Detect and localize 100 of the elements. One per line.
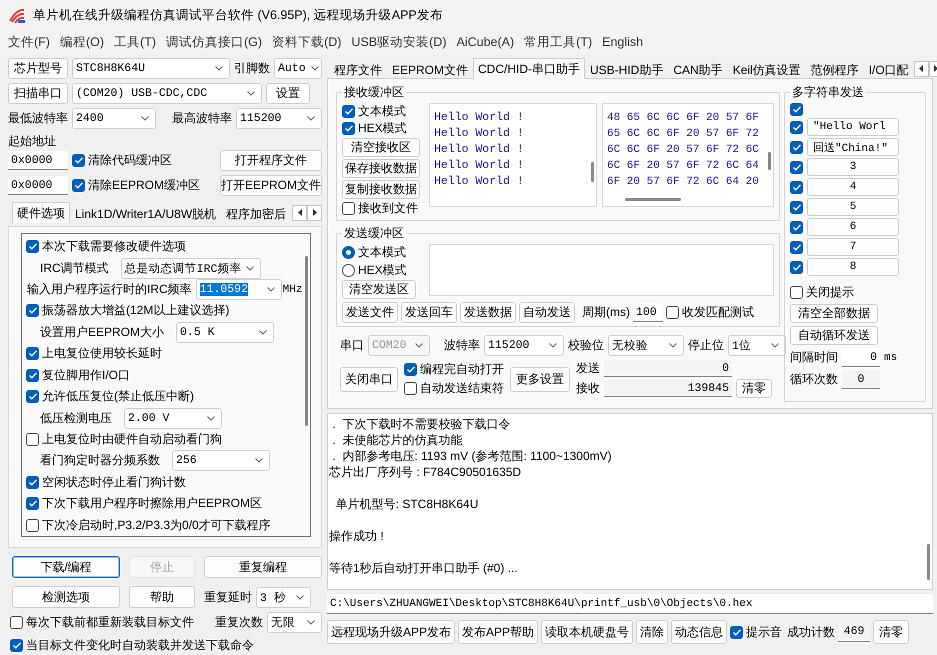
settings-button[interactable]: 设置 [266,83,310,104]
option-dropdown[interactable]: 256 [172,450,270,472]
tab[interactable]: 硬件选项 [12,202,70,223]
tab[interactable]: I/O口配 [864,60,914,79]
more-settings-button[interactable]: 更多设置 [510,366,570,392]
code-address-field[interactable]: 0x0000 [8,151,68,170]
string-send-button[interactable]: 7 [807,238,899,256]
tab[interactable]: 程序文件 [329,60,387,79]
checkbox[interactable] [26,347,39,360]
checkbox[interactable] [790,180,803,194]
string-send-button[interactable]: 4 [807,178,899,196]
frequency-dropdown[interactable]: 11.0592 [196,279,282,300]
received-text-area[interactable]: Hello World ! Hello World ! Hello World ! Hello World ! Hello World ! [429,103,597,207]
checkbox[interactable] [342,122,355,135]
chip-model-dropdown[interactable]: STC8H8K64U [72,58,230,79]
menu-item[interactable]: 调试仿真接口(G) [161,34,268,50]
menu-item[interactable]: USB驱动安装(D) [346,34,452,50]
help-button[interactable]: 帮助 [129,586,195,608]
tab[interactable]: CDC/HID-串口助手 [473,58,586,79]
period-field[interactable]: 100 [633,303,663,322]
checkbox[interactable] [26,476,39,489]
checkbox[interactable] [342,202,355,215]
option-dropdown[interactable]: 总是动态调节IRC频率 [120,258,262,279]
baud-rate-dropdown[interactable]: 115200 [484,335,564,356]
tab[interactable]: Link1D/Writer1A/U8W脱机 [70,204,222,223]
bottom-action-button[interactable]: 发布APP帮助 [458,620,538,644]
chip-model-button[interactable]: 芯片型号 [8,58,68,79]
scroll-left-button[interactable] [914,60,929,76]
checkbox[interactable] [404,382,417,395]
send-action-button[interactable]: 自动发送 [519,302,575,323]
sent-count-field[interactable]: 0 [604,360,732,377]
checkbox[interactable] [790,260,803,274]
checkbox[interactable] [404,363,417,376]
serial-port-dropdown[interactable]: (COM20) USB-CDC,CDC [72,83,262,104]
loop-count-field[interactable]: 0 [842,370,880,389]
stop-bits-dropdown[interactable]: 1位 [728,335,786,356]
eeprom-address-field[interactable]: 0x0000 [8,176,68,195]
receive-action-button[interactable]: 保存接收数据 [342,159,420,178]
checkbox[interactable] [10,639,23,652]
checkbox[interactable] [666,306,679,319]
checkbox[interactable] [26,497,39,510]
scrollbar-thumb[interactable] [304,256,308,426]
clear-all-data-button[interactable]: 清空全部数据 [790,304,878,323]
reset-count-button[interactable]: 清零 [873,620,910,644]
pin-count-dropdown[interactable]: Auto [274,58,322,79]
option-dropdown[interactable]: 0.5 K [176,322,274,343]
repeat-count-dropdown[interactable]: 无限 [267,612,322,633]
checkbox[interactable] [790,160,803,174]
tab[interactable]: 范例程序 [806,60,864,79]
tab[interactable]: EEPROM文件 [387,60,474,79]
bottom-action-button[interactable]: 动态信息 [671,620,728,644]
bottom-action-button[interactable]: 读取本机硬盘号 [541,620,634,644]
scroll-right-button[interactable] [307,204,322,220]
receive-action-button[interactable]: 复制接收数据 [342,180,420,199]
menu-item[interactable]: English [597,35,648,49]
checkbox[interactable] [790,240,803,254]
repeat-program-button[interactable]: 重复编程 [204,556,322,578]
scan-port-button[interactable]: 扫描串口 [8,83,68,104]
checkbox[interactable] [26,240,39,254]
repeat-delay-dropdown[interactable]: 3 秒 [256,586,311,608]
reset-counter-button[interactable]: 清零 [736,379,772,398]
string-send-button[interactable]: 回送"China!" [807,138,899,156]
checkbox[interactable] [790,103,803,116]
option-dropdown[interactable]: 2.00 V [124,408,222,429]
tab[interactable]: USB-HID助手 [585,60,668,79]
scrollbar-thumb[interactable] [590,162,594,182]
download-program-button[interactable]: 下载/编程 [12,556,120,578]
parity-dropdown[interactable]: 无校验 [608,335,684,356]
scrollbar-thumb[interactable] [768,152,770,170]
open-program-file-button[interactable]: 打开程序文件 [220,150,322,171]
checkbox[interactable] [26,304,39,318]
close-port-button[interactable]: 关闭串口 [340,366,398,392]
scroll-left-button[interactable] [292,204,307,220]
checkbox[interactable] [26,390,39,404]
file-path-field[interactable]: C:\Users\ZHUANGWEI\Desktop\STC8H8K64U\printf_usb\0\Objects\0.hex [327,594,933,614]
open-eeprom-file-button[interactable]: 打开EEPROM文件 [220,175,322,196]
check-options-button[interactable]: 检测选项 [12,586,120,608]
checkbox[interactable] [790,140,803,154]
checkbox[interactable] [26,518,39,532]
receive-action-button[interactable]: 清空接收区 [342,138,420,157]
checkbox[interactable] [790,220,803,234]
string-send-button[interactable]: 3 [807,158,899,176]
string-send-button[interactable]: 8 [807,258,899,276]
radio-button[interactable] [342,246,355,259]
checkbox[interactable] [72,154,85,167]
bottom-action-button[interactable]: 远程现场升级APP发布 [327,620,456,644]
checkbox[interactable] [790,286,803,299]
scrollbar-thumb[interactable] [926,544,930,580]
tab[interactable]: CAN助手 [668,60,728,79]
radio-button[interactable] [342,264,355,277]
max-baud-dropdown[interactable]: 115200 [236,108,322,129]
menu-item[interactable]: 工具(T) [109,34,161,50]
received-count-field[interactable]: 139845 [604,380,732,397]
tab[interactable]: 程序加密后 [221,204,292,223]
checkbox[interactable] [790,120,803,134]
menu-item[interactable]: AiCube(A) [451,35,520,49]
send-action-button[interactable]: 发送数据 [460,302,516,323]
checkbox[interactable] [730,626,744,638]
string-send-button[interactable]: 6 [807,218,899,236]
string-send-button[interactable]: 5 [807,198,899,216]
